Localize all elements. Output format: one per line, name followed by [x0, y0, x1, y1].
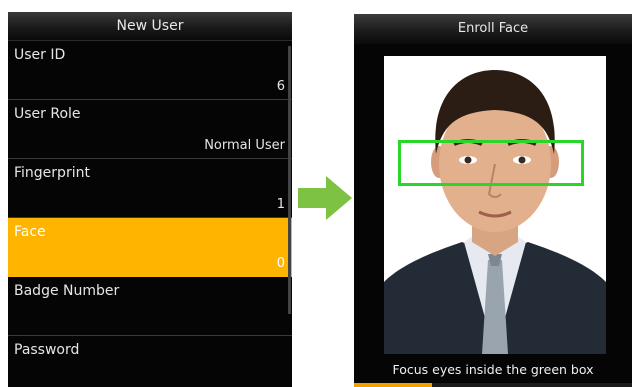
menu-item-label: Fingerprint — [14, 165, 90, 181]
menu-item-password[interactable]: Password — [8, 336, 292, 387]
focus-hint-text: Focus eyes inside the green box — [392, 362, 594, 377]
menu-item-value: 0 — [276, 256, 285, 271]
menu-item-label: User Role — [14, 106, 81, 122]
scrollbar[interactable] — [288, 46, 291, 314]
menu-item-fingerprint[interactable]: Fingerprint 1 — [8, 159, 292, 218]
menu-item-value: Normal User — [204, 138, 285, 153]
menu-item-user-role[interactable]: User Role Normal User — [8, 100, 292, 159]
menu-item-badge-number[interactable]: Badge Number — [8, 277, 292, 336]
menu-item-value: 1 — [276, 197, 285, 212]
enroll-face-screen: Enroll Face Focus eyes inside the green … — [354, 14, 632, 387]
new-user-title: New User — [8, 12, 292, 41]
menu-item-label: User ID — [14, 47, 66, 63]
menu-item-value: 6 — [276, 79, 285, 94]
camera-preview — [384, 56, 606, 354]
new-user-screen: New User User ID 6 User Role Normal User… — [8, 12, 292, 387]
menu-item-label: Badge Number — [14, 283, 120, 299]
progress-bar — [354, 383, 632, 387]
menu-item-user-id[interactable]: User ID 6 — [8, 41, 292, 100]
menu-item-label: Face — [14, 224, 46, 240]
enroll-face-title: Enroll Face — [354, 14, 632, 44]
arrow-right-icon — [298, 176, 352, 224]
menu-item-face[interactable]: Face 0 — [8, 218, 292, 277]
progress-fill — [354, 383, 432, 387]
green-face-box — [398, 140, 584, 186]
menu-item-label: Password — [14, 342, 80, 358]
face-photo — [384, 56, 606, 354]
